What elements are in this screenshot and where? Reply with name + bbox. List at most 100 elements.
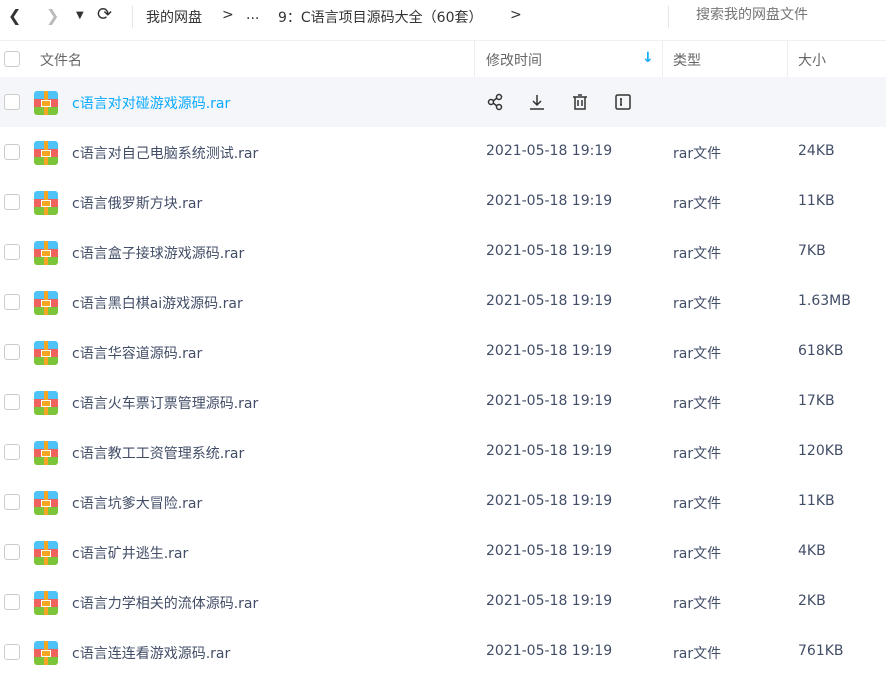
column-divider [662, 41, 663, 77]
refresh-icon[interactable]: ⟳ [97, 4, 112, 25]
file-name[interactable]: c语言矿井逃生.rar [72, 543, 188, 563]
file-name[interactable]: c语言连连看游戏源码.rar [72, 643, 230, 663]
column-divider [474, 41, 475, 77]
breadcrumb-trail-separator[interactable]: > [510, 7, 522, 23]
file-type: rar文件 [673, 496, 722, 512]
rar-file-icon [34, 491, 58, 515]
file-row[interactable]: c语言火车票订票管理源码.rar 2021-05-18 19:19 rar文件 1… [0, 377, 886, 427]
file-name[interactable]: c语言力学相关的流体源码.rar [72, 593, 258, 613]
file-name[interactable]: c语言火车票订票管理源码.rar [72, 393, 258, 413]
file-type: rar文件 [673, 146, 722, 162]
modified-time: 2021-05-18 19:19 [486, 593, 613, 609]
column-type[interactable]: 类型 [673, 50, 701, 70]
search-input[interactable] [696, 7, 876, 23]
file-size: 7KB [798, 243, 826, 259]
rar-file-icon [34, 91, 58, 115]
file-type: rar文件 [673, 446, 722, 462]
row-checkbox[interactable] [4, 444, 20, 460]
file-row[interactable]: c语言矿井逃生.rar 2021-05-18 19:19 rar文件 4KB [0, 527, 886, 577]
file-row[interactable]: c语言力学相关的流体源码.rar 2021-05-18 19:19 rar文件 2… [0, 577, 886, 627]
file-type: rar文件 [673, 246, 722, 262]
modified-time: 2021-05-18 19:19 [486, 293, 613, 309]
rar-file-icon [34, 541, 58, 565]
file-name[interactable]: c语言俄罗斯方块.rar [72, 193, 202, 213]
file-type: rar文件 [673, 596, 722, 612]
row-checkbox[interactable] [4, 144, 20, 160]
file-type: rar文件 [673, 196, 722, 212]
file-row[interactable]: c语言连连看游戏源码.rar 2021-05-18 19:19 rar文件 761… [0, 627, 886, 677]
share-icon[interactable] [485, 92, 505, 112]
modified-time: 2021-05-18 19:19 [486, 343, 613, 359]
file-size: 4KB [798, 543, 826, 559]
file-name[interactable]: c语言盒子接球游戏源码.rar [72, 243, 244, 263]
row-checkbox[interactable] [4, 94, 20, 110]
file-name[interactable]: c语言教工工资管理系统.rar [72, 443, 244, 463]
rename-icon[interactable] [613, 92, 633, 112]
row-checkbox[interactable] [4, 244, 20, 260]
rar-file-icon [34, 241, 58, 265]
file-type: rar文件 [673, 346, 722, 362]
file-name[interactable]: c语言对自己电脑系统测试.rar [72, 143, 258, 163]
file-list-header: 文件名 修改时间 ↓ 类型 大小 [0, 40, 886, 77]
row-checkbox[interactable] [4, 344, 20, 360]
file-size: 24KB [798, 143, 835, 159]
column-size[interactable]: 大小 [798, 50, 826, 70]
rar-file-icon [34, 141, 58, 165]
modified-time: 2021-05-18 19:19 [486, 543, 613, 559]
file-row[interactable]: c语言俄罗斯方块.rar 2021-05-18 19:19 rar文件 11KB [0, 177, 886, 227]
toolbar: ❮ ❯ ▼ ⟳ 我的网盘 > ... 9：C语言项目源码大全（60套） > [0, 0, 886, 32]
rar-file-icon [34, 291, 58, 315]
file-type: rar文件 [673, 396, 722, 412]
file-name[interactable]: c语言华容道源码.rar [72, 343, 202, 363]
file-name[interactable]: c语言对对碰游戏源码.rar [72, 93, 230, 113]
sort-desc-icon[interactable]: ↓ [642, 50, 654, 66]
history-caret-icon[interactable]: ▼ [76, 10, 84, 21]
rar-file-icon [34, 341, 58, 365]
file-row[interactable]: c语言盒子接球游戏源码.rar 2021-05-18 19:19 rar文件 7K… [0, 227, 886, 277]
row-checkbox[interactable] [4, 194, 20, 210]
row-checkbox[interactable] [4, 394, 20, 410]
file-type: rar文件 [673, 646, 722, 662]
breadcrumb-ellipsis[interactable]: ... [246, 7, 259, 23]
file-size: 2KB [798, 593, 826, 609]
file-size: 11KB [798, 193, 835, 209]
breadcrumb-separator: > [222, 7, 234, 23]
rar-file-icon [34, 641, 58, 665]
file-type: rar文件 [673, 296, 722, 312]
file-row[interactable]: c语言教工工资管理系统.rar 2021-05-18 19:19 rar文件 12… [0, 427, 886, 477]
download-icon[interactable] [527, 92, 547, 112]
file-row[interactable]: c语言对对碰游戏源码.rar [0, 77, 886, 127]
modified-time: 2021-05-18 19:19 [486, 443, 613, 459]
breadcrumb-current[interactable]: 9：C语言项目源码大全（60套） [278, 7, 483, 27]
file-name[interactable]: c语言坑爹大冒险.rar [72, 493, 202, 513]
divider [132, 6, 133, 28]
row-checkbox[interactable] [4, 494, 20, 510]
row-checkbox[interactable] [4, 544, 20, 560]
file-size: 120KB [798, 443, 844, 459]
row-checkbox[interactable] [4, 294, 20, 310]
file-row[interactable]: c语言坑爹大冒险.rar 2021-05-18 19:19 rar文件 11KB [0, 477, 886, 527]
modified-time: 2021-05-18 19:19 [486, 143, 613, 159]
column-modified[interactable]: 修改时间 [486, 50, 542, 70]
file-row[interactable]: c语言华容道源码.rar 2021-05-18 19:19 rar文件 618KB [0, 327, 886, 377]
file-row[interactable]: c语言黑白棋ai游戏源码.rar 2021-05-18 19:19 rar文件 1… [0, 277, 886, 327]
modified-time: 2021-05-18 19:19 [486, 493, 613, 509]
file-size: 17KB [798, 393, 835, 409]
modified-time: 2021-05-18 19:19 [486, 643, 613, 659]
file-row[interactable]: c语言对自己电脑系统测试.rar 2021-05-18 19:19 rar文件 2… [0, 127, 886, 177]
column-name[interactable]: 文件名 [40, 50, 82, 70]
file-size: 618KB [798, 343, 844, 359]
rar-file-icon [34, 191, 58, 215]
select-all-checkbox[interactable] [4, 51, 20, 67]
row-checkbox[interactable] [4, 594, 20, 610]
row-checkbox[interactable] [4, 644, 20, 660]
delete-icon[interactable] [570, 92, 590, 112]
rar-file-icon [34, 441, 58, 465]
file-name[interactable]: c语言黑白棋ai游戏源码.rar [72, 293, 243, 313]
file-type: rar文件 [673, 546, 722, 562]
breadcrumb-root[interactable]: 我的网盘 [146, 7, 202, 27]
forward-icon[interactable]: ❯ [46, 6, 59, 25]
divider [668, 6, 669, 28]
rar-file-icon [34, 391, 58, 415]
back-icon[interactable]: ❮ [8, 6, 21, 25]
